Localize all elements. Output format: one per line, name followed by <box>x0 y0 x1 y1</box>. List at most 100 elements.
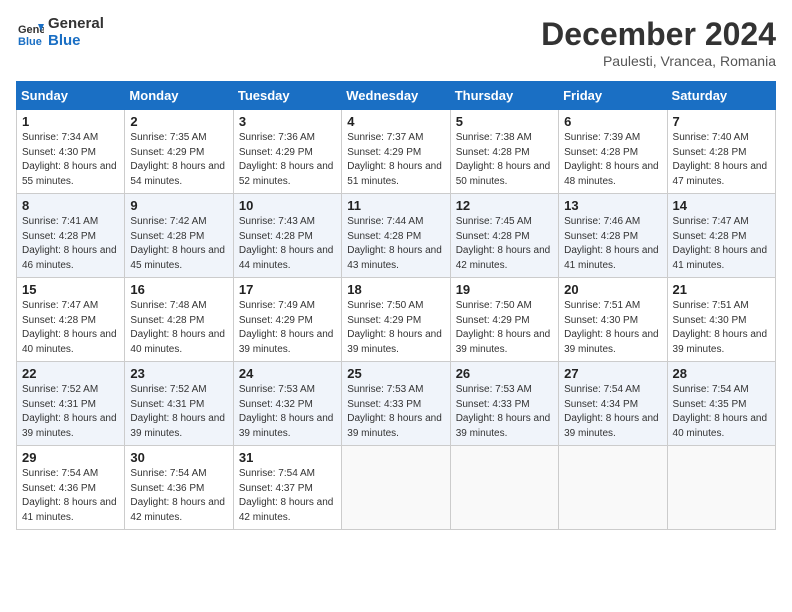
day-number: 19 <box>456 282 553 297</box>
day-detail: Sunrise: 7:51 AMSunset: 4:30 PMDaylight:… <box>564 299 661 357</box>
calendar-cell: 24 Sunrise: 7:53 AMSunset: 4:32 PMDayligh… <box>233 362 341 446</box>
calendar-cell: 27 Sunrise: 7:54 AMSunset: 4:34 PMDayligh… <box>559 362 667 446</box>
day-detail: Sunrise: 7:41 AMSunset: 4:28 PMDaylight:… <box>22 215 119 273</box>
day-detail: Sunrise: 7:52 AMSunset: 4:31 PMDaylight:… <box>22 383 119 441</box>
day-number: 11 <box>347 198 444 213</box>
day-number: 3 <box>239 114 336 129</box>
page-header: General Blue General Blue December 2024 … <box>16 16 776 69</box>
calendar-cell: 23 Sunrise: 7:52 AMSunset: 4:31 PMDayligh… <box>125 362 233 446</box>
calendar-cell: 20 Sunrise: 7:51 AMSunset: 4:30 PMDayligh… <box>559 278 667 362</box>
day-detail: Sunrise: 7:36 AMSunset: 4:29 PMDaylight:… <box>239 131 336 189</box>
day-number: 12 <box>456 198 553 213</box>
day-detail: Sunrise: 7:35 AMSunset: 4:29 PMDaylight:… <box>130 131 227 189</box>
day-number: 21 <box>673 282 770 297</box>
month-title: December 2024 <box>541 16 776 53</box>
calendar-cell: 8 Sunrise: 7:41 AMSunset: 4:28 PMDaylight… <box>17 194 125 278</box>
calendar-cell: 26Sunrise: 7:53 AMSunset: 4:33 PMDayligh… <box>450 362 558 446</box>
day-number: 20 <box>564 282 661 297</box>
title-section: December 2024 Paulesti, Vrancea, Romania <box>541 16 776 69</box>
day-number: 23 <box>130 366 227 381</box>
calendar-cell: 19 Sunrise: 7:50 AMSunset: 4:29 PMDayligh… <box>450 278 558 362</box>
day-number: 17 <box>239 282 336 297</box>
weekday-header-tuesday: Tuesday <box>233 82 341 110</box>
day-number: 15 <box>22 282 119 297</box>
calendar-cell: 31 Sunrise: 7:54 AMSunset: 4:37 PMDayligh… <box>233 446 341 530</box>
day-detail: Sunrise: 7:50 AMSunset: 4:29 PMDaylight:… <box>456 299 553 357</box>
day-detail: Sunrise: 7:54 AMSunset: 4:36 PMDaylight:… <box>22 467 119 525</box>
calendar-week-row: 8 Sunrise: 7:41 AMSunset: 4:28 PMDaylight… <box>17 194 776 278</box>
calendar-cell: 7Sunrise: 7:40 AMSunset: 4:28 PMDaylight… <box>667 110 775 194</box>
day-detail: Sunrise: 7:53 AMSunset: 4:33 PMDaylight:… <box>347 383 444 441</box>
logo: General Blue General Blue <box>16 16 104 49</box>
day-number: 7 <box>673 114 770 129</box>
svg-text:Blue: Blue <box>18 36 42 47</box>
calendar-cell: 1Sunrise: 7:34 AMSunset: 4:30 PMDaylight… <box>17 110 125 194</box>
calendar-cell: 22 Sunrise: 7:52 AMSunset: 4:31 PMDayligh… <box>17 362 125 446</box>
day-number: 28 <box>673 366 770 381</box>
day-detail: Sunrise: 7:46 AMSunset: 4:28 PMDaylight:… <box>564 215 661 273</box>
weekday-header-friday: Friday <box>559 82 667 110</box>
day-detail: Sunrise: 7:53 AMSunset: 4:32 PMDaylight:… <box>239 383 336 441</box>
day-number: 27 <box>564 366 661 381</box>
day-detail: Sunrise: 7:53 AMSunset: 4:33 PMDaylight:… <box>456 383 553 441</box>
day-detail: Sunrise: 7:52 AMSunset: 4:31 PMDaylight:… <box>130 383 227 441</box>
day-number: 8 <box>22 198 119 213</box>
weekday-header-row: SundayMondayTuesdayWednesdayThursdayFrid… <box>17 82 776 110</box>
calendar-cell: 4 Sunrise: 7:37 AMSunset: 4:29 PMDaylight… <box>342 110 450 194</box>
day-detail: Sunrise: 7:49 AMSunset: 4:29 PMDaylight:… <box>239 299 336 357</box>
day-number: 29 <box>22 450 119 465</box>
day-number: 5 <box>456 114 553 129</box>
calendar-cell: 2 Sunrise: 7:35 AMSunset: 4:29 PMDaylight… <box>125 110 233 194</box>
day-detail: Sunrise: 7:54 AMSunset: 4:37 PMDaylight:… <box>239 467 336 525</box>
calendar-cell <box>667 446 775 530</box>
day-number: 24 <box>239 366 336 381</box>
day-number: 1 <box>22 114 119 129</box>
calendar-week-row: 22 Sunrise: 7:52 AMSunset: 4:31 PMDayligh… <box>17 362 776 446</box>
day-number: 18 <box>347 282 444 297</box>
logo-line2: Blue <box>48 33 104 50</box>
calendar-cell: 6 Sunrise: 7:39 AMSunset: 4:28 PMDaylight… <box>559 110 667 194</box>
calendar-cell: 16Sunrise: 7:48 AMSunset: 4:28 PMDayligh… <box>125 278 233 362</box>
day-detail: Sunrise: 7:47 AMSunset: 4:28 PMDaylight:… <box>22 299 119 357</box>
weekday-header-monday: Monday <box>125 82 233 110</box>
day-number: 4 <box>347 114 444 129</box>
calendar-cell <box>342 446 450 530</box>
calendar-cell: 13 Sunrise: 7:46 AMSunset: 4:28 PMDayligh… <box>559 194 667 278</box>
weekday-header-sunday: Sunday <box>17 82 125 110</box>
weekday-header-thursday: Thursday <box>450 82 558 110</box>
day-number: 13 <box>564 198 661 213</box>
weekday-header-wednesday: Wednesday <box>342 82 450 110</box>
day-detail: Sunrise: 7:42 AMSunset: 4:28 PMDaylight:… <box>130 215 227 273</box>
logo-line1: General <box>48 16 104 33</box>
day-number: 6 <box>564 114 661 129</box>
calendar-cell: 5Sunrise: 7:38 AMSunset: 4:28 PMDaylight… <box>450 110 558 194</box>
calendar-cell <box>450 446 558 530</box>
calendar-cell: 17 Sunrise: 7:49 AMSunset: 4:29 PMDayligh… <box>233 278 341 362</box>
day-detail: Sunrise: 7:51 AMSunset: 4:30 PMDaylight:… <box>673 299 770 357</box>
day-number: 14 <box>673 198 770 213</box>
day-number: 25 <box>347 366 444 381</box>
location: Paulesti, Vrancea, Romania <box>541 53 776 69</box>
day-number: 2 <box>130 114 227 129</box>
calendar-cell: 11 Sunrise: 7:44 AMSunset: 4:28 PMDayligh… <box>342 194 450 278</box>
day-number: 31 <box>239 450 336 465</box>
day-detail: Sunrise: 7:44 AMSunset: 4:28 PMDaylight:… <box>347 215 444 273</box>
logo-icon: General Blue <box>16 19 44 47</box>
calendar-cell: 10Sunrise: 7:43 AMSunset: 4:28 PMDayligh… <box>233 194 341 278</box>
calendar-cell: 29 Sunrise: 7:54 AMSunset: 4:36 PMDayligh… <box>17 446 125 530</box>
calendar-cell: 30Sunrise: 7:54 AMSunset: 4:36 PMDayligh… <box>125 446 233 530</box>
day-detail: Sunrise: 7:37 AMSunset: 4:29 PMDaylight:… <box>347 131 444 189</box>
day-detail: Sunrise: 7:39 AMSunset: 4:28 PMDaylight:… <box>564 131 661 189</box>
day-number: 22 <box>22 366 119 381</box>
day-number: 10 <box>239 198 336 213</box>
weekday-header-saturday: Saturday <box>667 82 775 110</box>
day-detail: Sunrise: 7:48 AMSunset: 4:28 PMDaylight:… <box>130 299 227 357</box>
calendar-week-row: 15 Sunrise: 7:47 AMSunset: 4:28 PMDayligh… <box>17 278 776 362</box>
calendar-week-row: 1Sunrise: 7:34 AMSunset: 4:30 PMDaylight… <box>17 110 776 194</box>
day-detail: Sunrise: 7:54 AMSunset: 4:34 PMDaylight:… <box>564 383 661 441</box>
calendar-cell <box>559 446 667 530</box>
day-number: 9 <box>130 198 227 213</box>
calendar-cell: 9 Sunrise: 7:42 AMSunset: 4:28 PMDaylight… <box>125 194 233 278</box>
calendar-cell: 28Sunrise: 7:54 AMSunset: 4:35 PMDayligh… <box>667 362 775 446</box>
calendar-cell: 15 Sunrise: 7:47 AMSunset: 4:28 PMDayligh… <box>17 278 125 362</box>
